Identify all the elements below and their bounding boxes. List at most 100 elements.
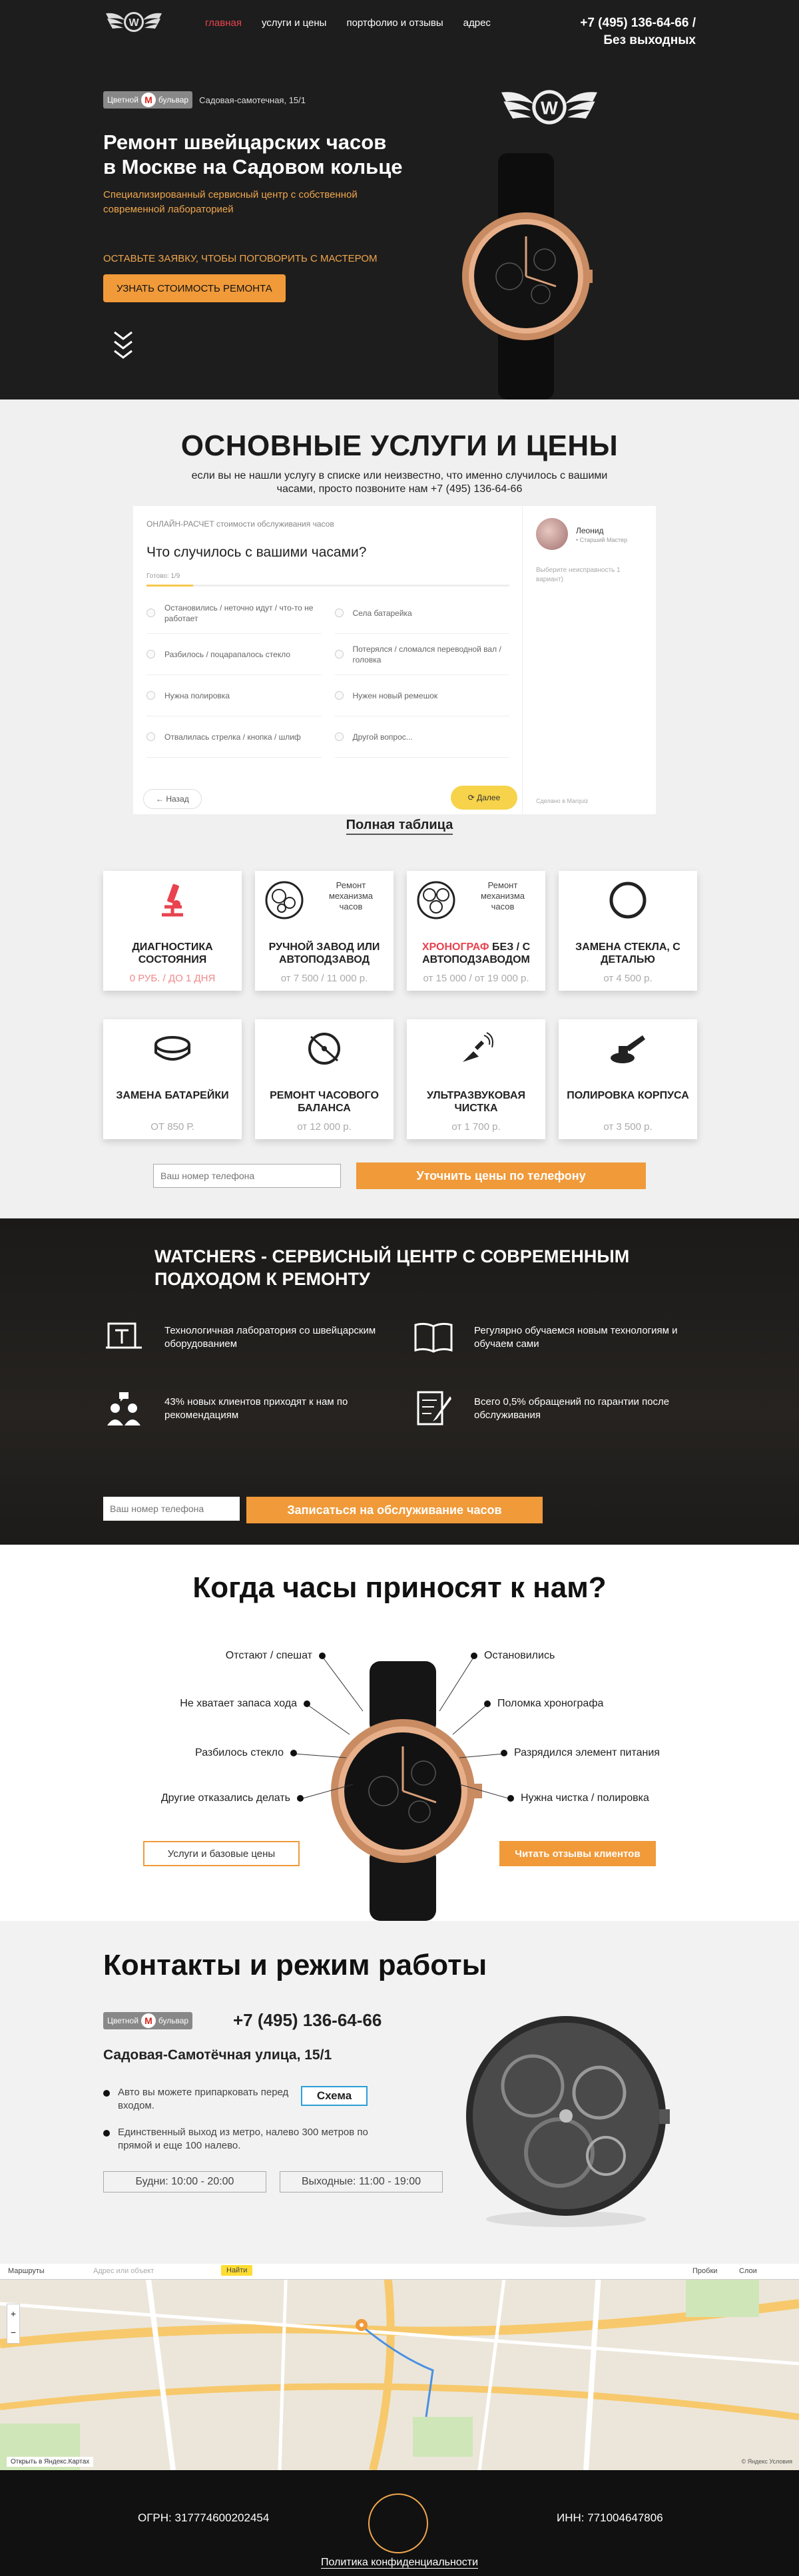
contacts-address: Садовая-Самотёчная улица, 15/1 — [103, 2047, 332, 2063]
zoom-in-icon[interactable]: + — [7, 2304, 19, 2323]
service-card-manual-winding[interactable]: Ремонт механизма часов РУЧНОЙ ЗАВОД ИЛИ … — [255, 871, 394, 991]
nav-address[interactable]: адрес — [463, 17, 491, 29]
footer: ОГРН: 317774600202454 ИНН: 771004647806 … — [0, 2470, 799, 2576]
nav-portfolio[interactable]: портфолио и отзывы — [346, 17, 443, 29]
card-title: ПОЛИРОВКА КОРПУСА — [567, 1090, 689, 1101]
about-signup-button[interactable]: Записаться на обслуживание часов — [246, 1497, 543, 1523]
nav-home[interactable]: главная — [205, 17, 242, 29]
hero-price-button[interactable]: УЗНАТЬ СТОИМОСТЬ РЕМОНТА — [103, 274, 286, 302]
services-subtitle: если вы не нашли услугу в списке или неи… — [191, 470, 608, 495]
privacy-policy-link[interactable]: Политика конфиденциальности — [0, 2557, 799, 2569]
radio-icon[interactable] — [146, 691, 155, 700]
radio-icon[interactable] — [146, 732, 155, 741]
weekday-hours: Будни: 10:00 - 20:00 — [103, 2171, 266, 2192]
reason-item: Остановились — [471, 1650, 555, 1662]
ultrasonic-icon — [463, 1032, 493, 1062]
metro-icon: М — [140, 2013, 156, 2028]
metro-address: Садовая-самотечная, 15/1 — [199, 95, 306, 105]
avatar — [536, 518, 568, 550]
services-link-button[interactable]: Услуги и базовые цены — [143, 1841, 300, 1866]
quiz-option[interactable]: Нужна полировка — [146, 675, 322, 716]
quiz-option[interactable]: Другой вопрос... — [334, 716, 509, 758]
header-phone-number[interactable]: +7 (495) 136-64-66 / — [580, 15, 696, 32]
contacts-phone[interactable]: +7 (495) 136-64-66 — [233, 2010, 382, 2031]
quiz-question: Что случилось с вашими часами? — [146, 545, 367, 560]
header-phone[interactable]: +7 (495) 136-64-66 / Без выходных — [580, 15, 696, 49]
balance-wheel-icon — [308, 1033, 340, 1065]
scroll-down-icon[interactable] — [112, 330, 134, 362]
quiz-option[interactable]: Нужен новый ремешок — [334, 675, 509, 716]
gear-mechanism-icon — [265, 881, 304, 919]
schema-button[interactable]: Схема — [301, 2086, 368, 2106]
nav-services[interactable]: услуги и цены — [262, 17, 326, 29]
map-traffic-button[interactable]: Пробки — [692, 2267, 717, 2275]
reason-item: Разрядился элемент питания — [501, 1747, 660, 1759]
map-routes-button[interactable]: Маршруты — [8, 2267, 45, 2275]
about-phone-input[interactable] — [103, 1497, 240, 1521]
header-phone-note: Без выходных — [603, 33, 696, 47]
card-price: от 3 500 р. — [603, 1121, 653, 1133]
zoom-out-icon[interactable]: − — [7, 2323, 19, 2342]
radio-icon[interactable] — [334, 650, 344, 658]
contacts-title: Контакты и режим работы — [103, 1949, 487, 1981]
radio-icon[interactable] — [334, 691, 344, 700]
services-phone-button[interactable]: Уточнить цены по телефону — [356, 1162, 646, 1189]
logo-icon[interactable]: W — [103, 8, 164, 36]
service-card-ultrasonic[interactable]: УЛЬТРАЗВУКОВАЯ ЧИСТКА от 1 700 р. — [407, 1019, 545, 1139]
map-section[interactable]: Маршруты Адрес или объект Найти Пробки С… — [0, 2264, 799, 2470]
footer-ogrn: ОГРН: 317774600202454 — [138, 2511, 270, 2524]
radio-icon[interactable] — [334, 732, 344, 741]
quiz-option[interactable]: Отвалилась стрелка / кнопка / шлиф — [146, 716, 322, 758]
quiz-credit[interactable]: Сделано в Marquiz — [536, 798, 588, 804]
card-price: от 15 000 / от 19 000 р. — [423, 973, 529, 984]
service-card-chronograph[interactable]: Ремонт механизма часов ХРОНОГРАФ БЕЗ / С… — [407, 871, 545, 991]
laboratory-icon — [106, 1322, 142, 1349]
service-card-diagnostics[interactable]: ДИАГНОСТИКА СОСТОЯНИЯ 0 РУБ. / ДО 1 ДНЯ — [103, 871, 242, 991]
card-title: ЗАМЕНА СТЕКЛА, С ДЕТАЛЬЮ — [575, 941, 680, 965]
watch-mechanism-image — [466, 2016, 670, 2227]
service-card-battery[interactable]: ЗАМЕНА БАТАРЕЙКИ ОТ 850 Р. — [103, 1019, 242, 1139]
quiz-option[interactable]: Остановились / неточно идут / что-то не … — [146, 593, 322, 634]
chronograph-mechanism-icon — [417, 881, 455, 919]
open-in-yandex-link[interactable]: Открыть в Яндекс.Картах — [7, 2457, 94, 2467]
book-icon — [414, 1322, 453, 1353]
quiz-option[interactable]: Потерялся / сломался переводной вал / го… — [334, 634, 509, 675]
reviews-link-button[interactable]: Читать отзывы клиентов — [499, 1841, 656, 1866]
map-search-input[interactable]: Адрес или объект — [93, 2267, 154, 2275]
about-title: WATCHERS - СЕРВИСНЫЙ ЦЕНТР С СОВРЕМЕННЫМ… — [154, 1246, 630, 1289]
metro-station: Цветной Мбульвар — [103, 2012, 193, 2029]
card-title: РУЧНОЙ ЗАВОД ИЛИ АВТОПОДЗАВОД — [268, 941, 380, 965]
quiz-progress-bar — [146, 585, 509, 587]
quiz-back-button[interactable]: ← Назад — [143, 789, 202, 809]
radio-icon[interactable] — [146, 650, 155, 658]
map-layers-button[interactable]: Слои — [739, 2267, 757, 2275]
quiz-progress-label: Готово: 1/9 — [146, 573, 180, 580]
services-phone-input[interactable] — [153, 1164, 341, 1188]
map-find-button[interactable]: Найти — [221, 2265, 253, 2276]
card-price: 0 РУБ. / ДО 1 ДНЯ — [129, 973, 216, 984]
card-title: ХРОНОГРАФ БЕЗ / С АВТОПОДЗАВОДОМ — [421, 941, 531, 965]
service-card-polishing[interactable]: ПОЛИРОВКА КОРПУСА от 3 500 р. — [559, 1019, 697, 1139]
service-card-balance[interactable]: РЕМОНТ ЧАСОВОГО БАЛАНСА от 12 000 р. — [255, 1019, 394, 1139]
hero-title: Ремонт швейцарских часов в Москве на Садо… — [103, 130, 403, 178]
radio-icon[interactable] — [146, 609, 155, 617]
reason-item: Нужна чистка / полировка — [507, 1792, 649, 1804]
full-table-link[interactable]: Полная таблица — [0, 818, 799, 835]
document-pen-icon — [417, 1391, 451, 1425]
contacts-section: Контакты и режим работы Цветной Мбульвар … — [0, 1921, 799, 2264]
reason-item: Не хватает запаса хода — [180, 1698, 310, 1710]
radio-icon[interactable] — [334, 609, 344, 617]
card-price: ОТ 850 Р. — [150, 1121, 194, 1133]
map-copyright[interactable]: © Яндекс Условия — [741, 2458, 792, 2465]
hero-section: W главная услуги и цены портфолио и отзы… — [0, 0, 799, 399]
quiz-option[interactable]: Разбилось / поцарапалось стекло — [146, 634, 322, 675]
quiz-next-button[interactable]: ⟳ Далее — [451, 786, 517, 810]
reason-item: Другие отказались делать — [161, 1792, 304, 1804]
map-canvas[interactable] — [0, 2264, 799, 2470]
quiz-options: Остановились / неточно идут / что-то не … — [146, 593, 509, 758]
metro-badge: Цветной Мбульвар — [103, 2012, 193, 2029]
quiz-option[interactable]: Села батарейка — [334, 593, 509, 634]
service-card-glass[interactable]: ЗАМЕНА СТЕКЛА, С ДЕТАЛЬЮ от 4 500 р. — [559, 871, 697, 991]
map-zoom-control[interactable]: + − — [7, 2304, 20, 2344]
svg-text:W: W — [541, 97, 558, 118]
